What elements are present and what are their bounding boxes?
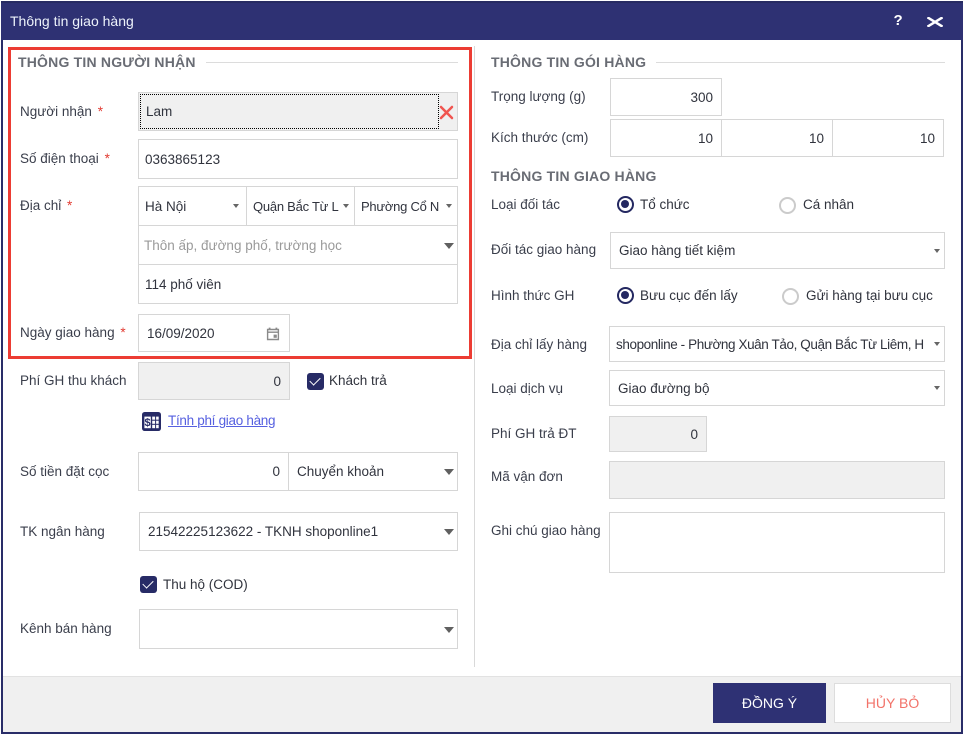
svg-text:$: $ [145,417,151,429]
